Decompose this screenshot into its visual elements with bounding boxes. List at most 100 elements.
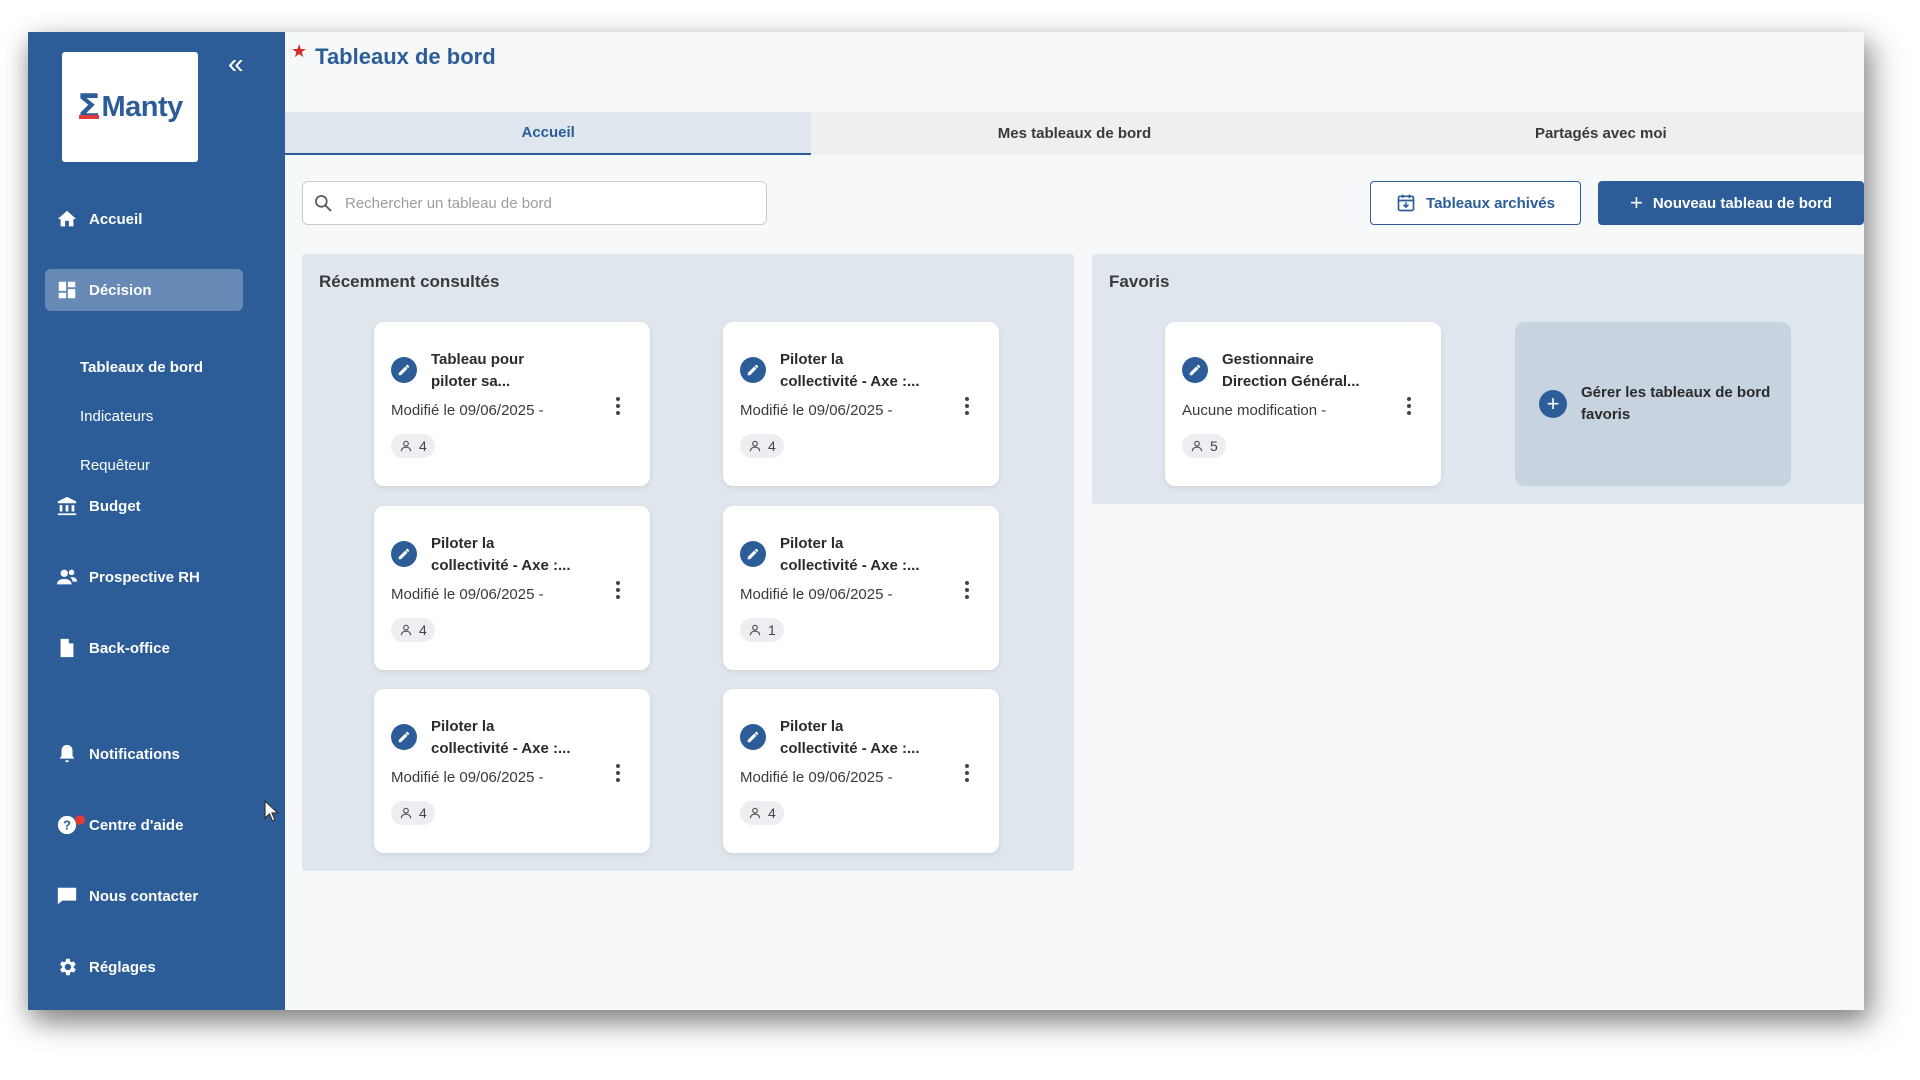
sidebar-item-decision[interactable]: Décision <box>45 269 243 311</box>
home-icon <box>55 207 79 231</box>
dashboard-card-title-line: Piloter la <box>431 535 495 552</box>
dashboard-card-title: Gestionnaire Direction Général... <box>1222 349 1412 393</box>
shared-users-badge: 5 <box>1182 434 1226 458</box>
sidebar-item-label: Accueil <box>89 210 143 228</box>
logo[interactable]: Σ Manty <box>62 52 198 162</box>
dashboard-card-title-line: collectivité - Axe :... <box>780 373 920 390</box>
manage-favorites-button[interactable]: + Gérer les tableaux de bord favoris <box>1515 322 1791 486</box>
edit-pencil-icon <box>1182 357 1208 383</box>
page-title: ★ Tableaux de bord <box>291 41 496 70</box>
more-vertical-icon[interactable] <box>609 761 627 785</box>
sidebar-item-accueil[interactable]: Accueil <box>45 198 243 240</box>
dashboard-card-title: Piloter la collectivité - Axe :... <box>780 716 970 760</box>
edit-pencil-icon <box>740 724 766 750</box>
dashboard-card-title-line: Tableau pour <box>431 351 525 368</box>
sidebar-subitem-requeteur[interactable]: Requêteur <box>80 457 150 474</box>
tabs: Accueil Mes tableaux de bord Partagés av… <box>285 112 1864 155</box>
new-dashboard-button[interactable]: + Nouveau tableau de bord <box>1598 181 1864 225</box>
gear-icon <box>55 955 79 979</box>
dashboard-card-title: Piloter la collectivité - Axe :... <box>431 533 621 577</box>
edit-pencil-icon <box>391 357 417 383</box>
sidebar-item-label: Budget <box>89 497 141 515</box>
page-title-text: Tableaux de bord <box>315 44 496 69</box>
dashboard-card-modified: Modifié le 09/06/2025 - <box>740 586 893 603</box>
shared-users-badge: 4 <box>740 434 784 458</box>
dashboard-card-title-line: collectivité - Axe :... <box>780 557 920 574</box>
people-icon <box>55 565 79 589</box>
user-icon <box>749 807 761 819</box>
dashboard-card[interactable]: Tableau pour piloter sa... Modifié le 09/0… <box>374 322 650 486</box>
dashboard-card-modified: Modifié le 09/06/2025 - <box>391 402 544 419</box>
dashboard-card[interactable]: Piloter la collectivité - Axe :... Modifié… <box>723 322 999 486</box>
dashboard-card[interactable]: Piloter la collectivité - Axe :... Modifié… <box>723 689 999 853</box>
document-icon <box>55 636 79 660</box>
shared-users-badge: 1 <box>740 618 784 642</box>
favorites-panel: Favoris Gestionnaire Direction Général...… <box>1092 254 1864 504</box>
sidebar-subitem-tableaux-de-bord[interactable]: Tableaux de bord <box>80 359 203 376</box>
sidebar-subitem-indicateurs[interactable]: Indicateurs <box>80 408 153 425</box>
dashboard-card-title-line: Piloter la <box>780 535 844 552</box>
dashboard-card-title-line: Piloter la <box>780 718 844 735</box>
shared-users-count: 4 <box>768 438 776 454</box>
dashboard-card[interactable]: Piloter la collectivité - Axe :... Modifié… <box>374 689 650 853</box>
more-vertical-icon[interactable] <box>958 578 976 602</box>
more-vertical-icon[interactable] <box>609 394 627 418</box>
shared-users-count: 4 <box>419 438 427 454</box>
dashboard-card[interactable]: Gestionnaire Direction Général... Aucune m… <box>1165 322 1441 486</box>
sidebar-item-notifications[interactable]: Notifications <box>45 733 243 775</box>
more-vertical-icon[interactable] <box>958 761 976 785</box>
dashboard-card-title: Piloter la collectivité - Axe :... <box>780 533 970 577</box>
recent-panel: Récemment consultés Tableau pour piloter … <box>302 254 1074 871</box>
dashboard-card-title-line: collectivité - Axe :... <box>431 740 571 757</box>
user-icon <box>1191 440 1203 452</box>
shared-users-count: 5 <box>1210 438 1218 454</box>
sidebar: Σ Manty « Accueil Décision Tableaux de b… <box>28 32 285 1010</box>
dashboard-card-title-line: Piloter la <box>431 718 495 735</box>
sidebar-item-budget[interactable]: Budget <box>45 485 243 527</box>
sidebar-item-reglages[interactable]: Réglages <box>45 946 243 988</box>
collapse-sidebar-button[interactable]: « <box>228 50 244 78</box>
archived-dashboards-button[interactable]: Tableaux archivés <box>1370 181 1581 225</box>
manage-favorites-label: Gérer les tableaux de bord favoris <box>1581 384 1771 423</box>
app-window: Σ Manty « Accueil Décision Tableaux de b… <box>28 32 1864 1010</box>
sidebar-item-label: Nous contacter <box>89 887 199 905</box>
user-icon <box>400 440 412 452</box>
edit-pencil-icon <box>740 541 766 567</box>
more-vertical-icon[interactable] <box>609 578 627 602</box>
dashboard-card-title: Piloter la collectivité - Axe :... <box>780 349 970 393</box>
sidebar-item-prospective-rh[interactable]: Prospective RH <box>45 556 243 598</box>
favorites-panel-title: Favoris <box>1109 272 1170 291</box>
search-input[interactable] <box>345 194 745 212</box>
bell-icon <box>55 742 79 766</box>
logo-sigma-icon: Σ <box>77 87 101 127</box>
sidebar-item-back-office[interactable]: Back-office <box>45 627 243 669</box>
dashboard-card-modified: Modifié le 09/06/2025 - <box>740 402 893 419</box>
search-icon <box>315 195 332 212</box>
recent-panel-title: Récemment consultés <box>319 272 500 291</box>
notification-dot <box>75 815 85 825</box>
dashboard-card-title-line: Gestionnaire <box>1222 351 1314 368</box>
main-content: ★ Tableaux de bord Accueil Mes tableaux … <box>285 32 1864 1010</box>
dashboard-card-title: Piloter la collectivité - Axe :... <box>431 716 621 760</box>
mouse-cursor-icon <box>264 800 280 822</box>
dashboard-card-title-line: collectivité - Axe :... <box>431 557 571 574</box>
archive-calendar-icon <box>1397 194 1415 212</box>
sidebar-item-label: Prospective RH <box>89 568 200 586</box>
more-vertical-icon[interactable] <box>1400 394 1418 418</box>
dashboard-card-title-line: piloter sa... <box>431 373 511 390</box>
dashboard-card-modified: Modifié le 09/06/2025 - <box>391 586 544 603</box>
sidebar-item-nous-contacter[interactable]: Nous contacter <box>45 875 243 917</box>
star-icon[interactable]: ★ <box>291 41 307 62</box>
tab-accueil[interactable]: Accueil <box>285 112 812 155</box>
new-dashboard-label: Nouveau tableau de bord <box>1652 194 1833 212</box>
svg-text:?: ? <box>63 818 71 833</box>
shared-users-count: 4 <box>419 805 427 821</box>
tab-partages[interactable]: Partagés avec moi <box>1338 112 1864 155</box>
sidebar-item-label: Réglages <box>89 958 156 976</box>
archived-dashboards-label: Tableaux archivés <box>1426 194 1555 212</box>
tab-mes-tableaux[interactable]: Mes tableaux de bord <box>811 112 1337 155</box>
sidebar-item-centre-aide[interactable]: ? Centre d'aide <box>45 804 243 846</box>
more-vertical-icon[interactable] <box>958 394 976 418</box>
dashboard-card[interactable]: Piloter la collectivité - Axe :... Modifié… <box>723 506 999 670</box>
dashboard-card[interactable]: Piloter la collectivité - Axe :... Modifié… <box>374 506 650 670</box>
